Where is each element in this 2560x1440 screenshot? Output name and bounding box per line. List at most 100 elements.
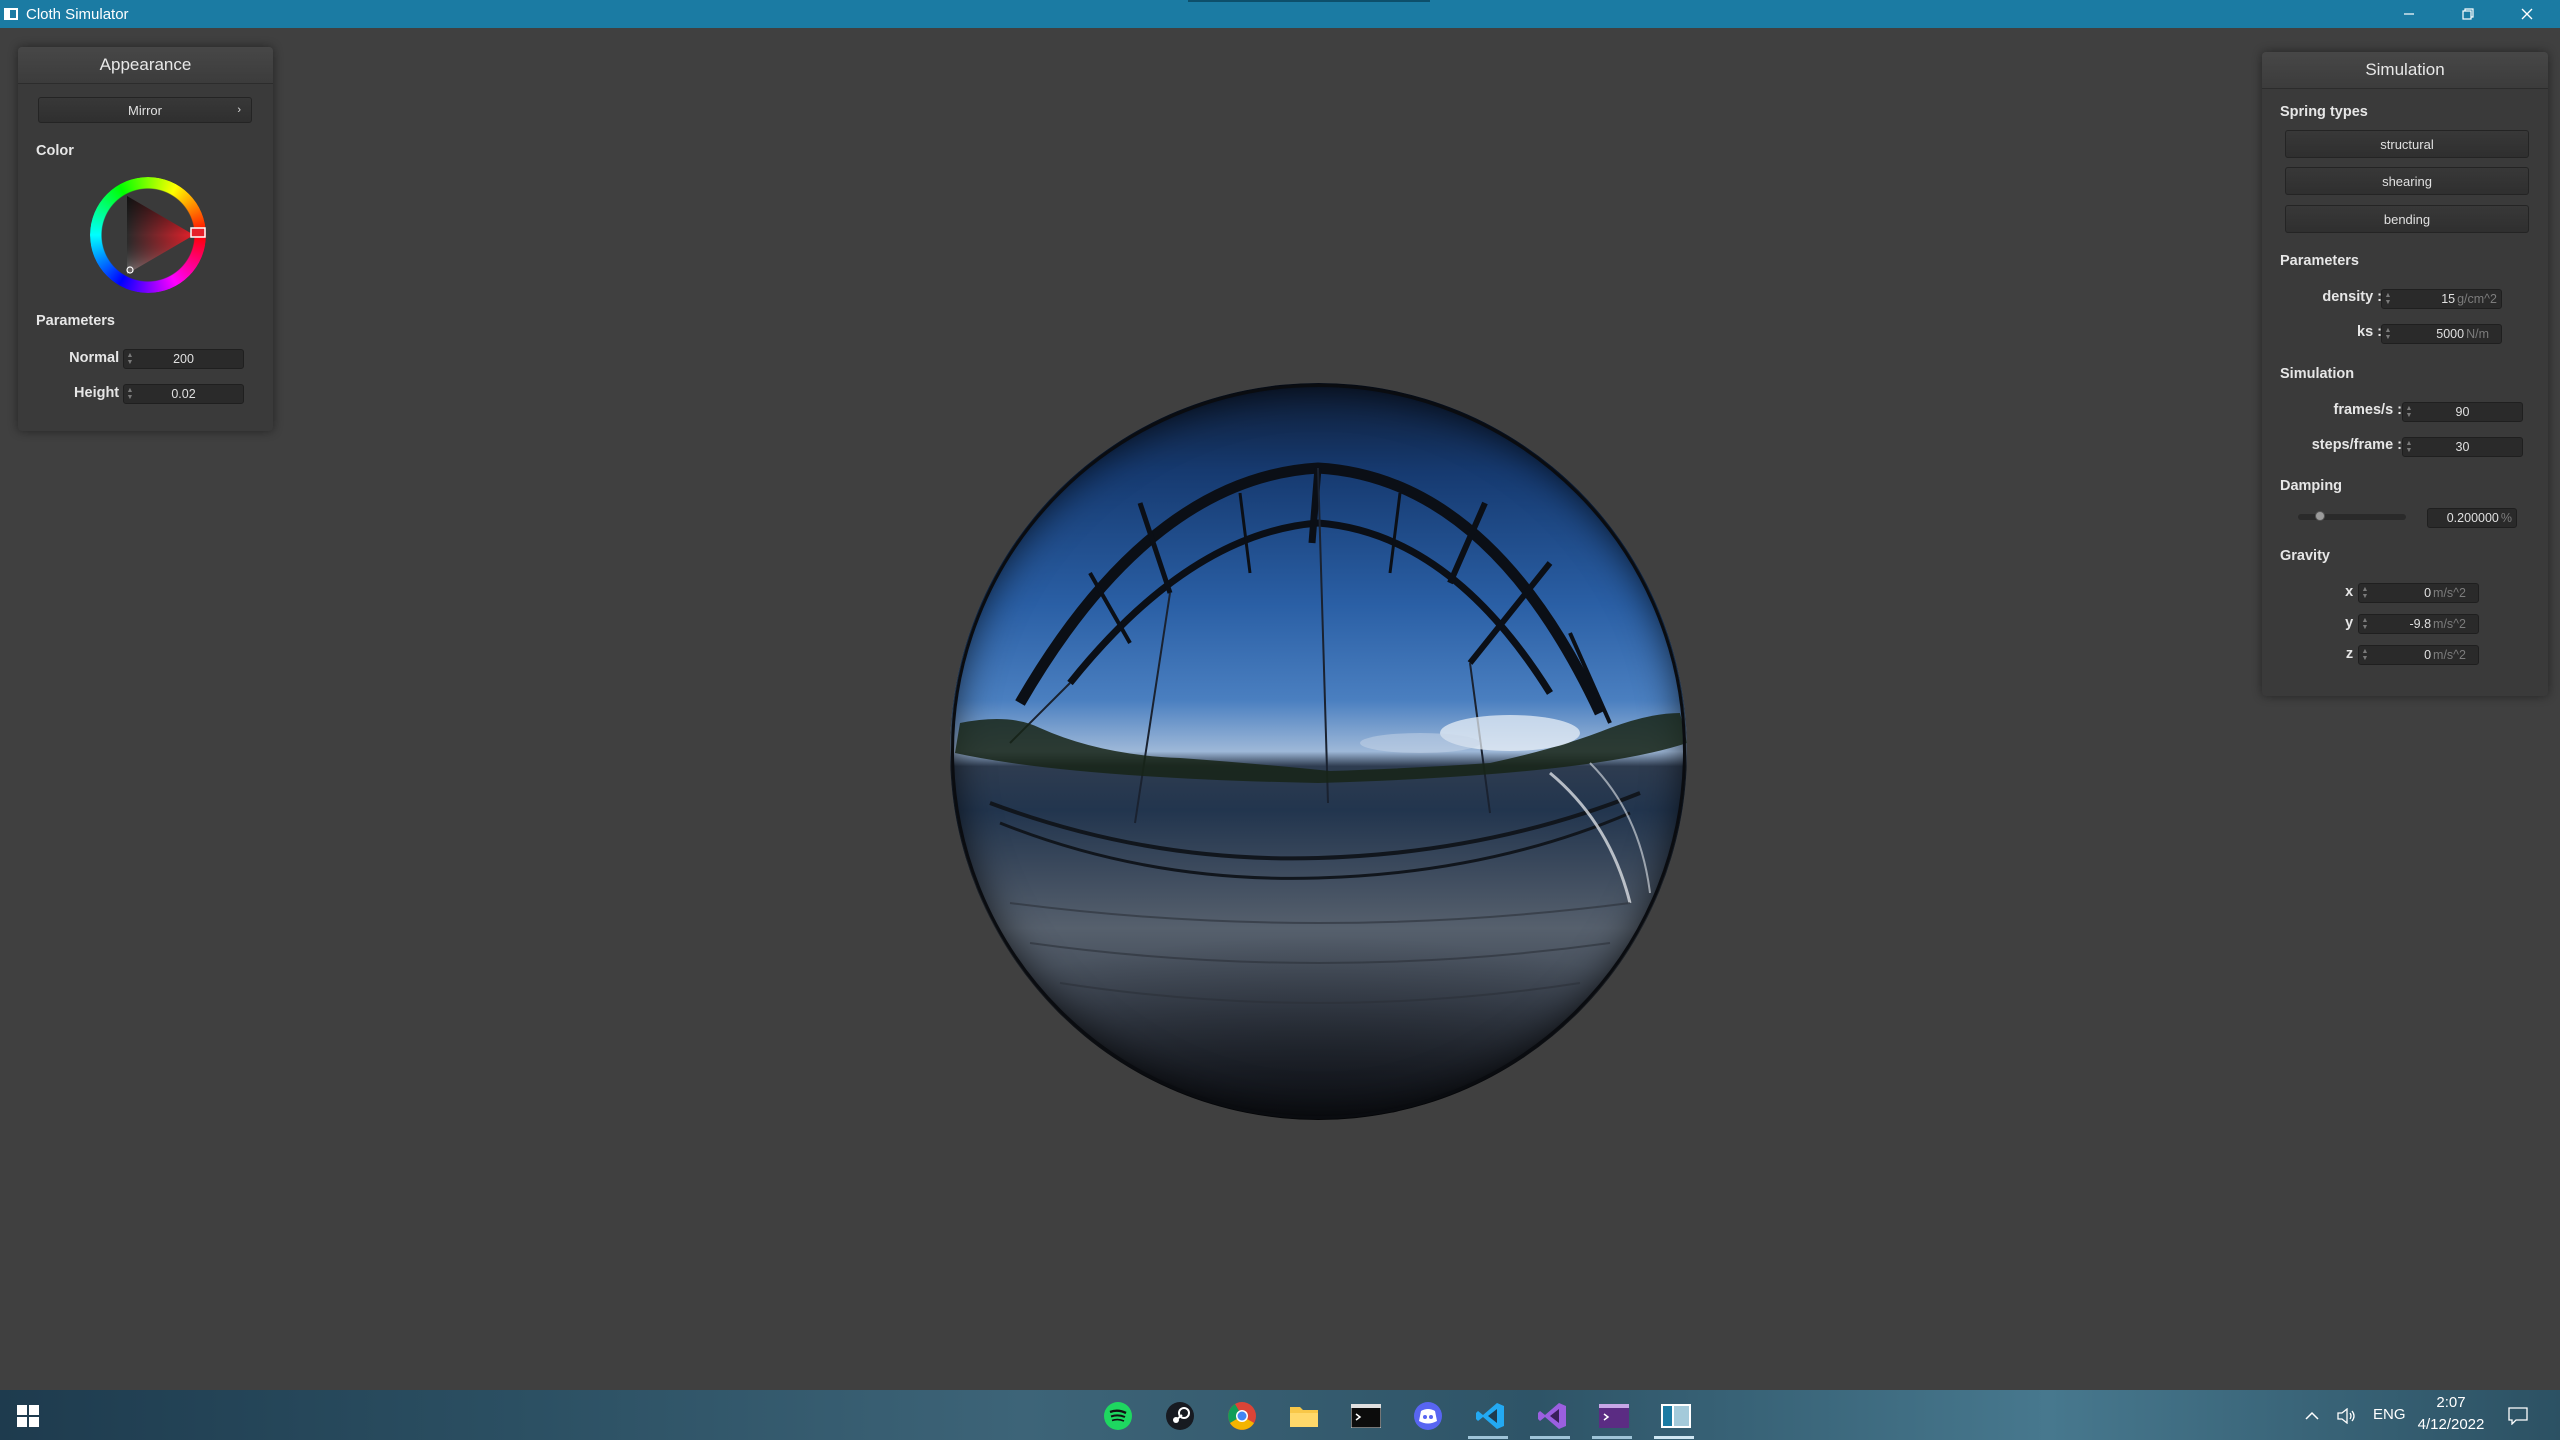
stepper-icon[interactable]: ▲ ▼ [124,385,136,403]
gravity-y-unit: m/s^2 [2433,617,2466,631]
file-explorer-icon[interactable] [1286,1398,1322,1434]
damping-slider-handle[interactable] [2314,511,2325,521]
terminal-icon[interactable] [1348,1398,1384,1434]
restore-icon [2462,8,2474,20]
normal-label: Normal : [69,350,128,366]
cloth-simulator-icon[interactable] [1658,1398,1694,1434]
steam-icon[interactable] [1162,1398,1198,1434]
appearance-panel: Appearance Mirror › Color Parameters Nor… [18,47,273,431]
gravity-y-value: -9.8 [2409,617,2432,631]
simulation-panel-header[interactable]: Simulation [2262,52,2548,89]
shearing-spring-label: shearing [2382,173,2432,189]
bending-spring-label: bending [2383,211,2431,227]
bending-spring-button[interactable]: bending [2285,205,2529,233]
terminal-purple-icon[interactable] [1596,1398,1632,1434]
density-input[interactable]: ▲ ▼ 15 g/cm^2 [2381,289,2502,309]
app-window-icon [4,8,18,20]
gravity-z-unit: m/s^2 [2433,648,2466,662]
stepper-icon[interactable]: ▲ ▼ [2382,325,2394,343]
gravity-y-input[interactable]: ▲ ▼ -9.8 m/s^2 [2358,614,2479,634]
normal-value: 200 [173,352,194,366]
density-value: 15 [2441,292,2456,306]
chevron-up-icon[interactable] [2300,1398,2324,1434]
discord-icon[interactable] [1410,1398,1446,1434]
taskbar [0,1390,2560,1440]
stepper-icon[interactable]: ▲ ▼ [2359,646,2371,664]
ks-unit: N/m [2466,327,2489,341]
height-input[interactable]: ▲ ▼ 0.02 [123,384,244,404]
density-unit: g/cm^2 [2457,292,2497,306]
gravity-x-unit: m/s^2 [2433,586,2466,600]
gravity-label: Gravity [2280,548,2330,564]
close-button[interactable] [2498,0,2556,28]
gravity-x-label: x : [2345,584,2362,600]
ks-label: ks : [2357,324,2382,340]
shearing-spring-button[interactable]: shearing [2285,167,2529,195]
visual-studio-active-indicator [1530,1436,1570,1439]
stepper-icon[interactable]: ▲ ▼ [2359,584,2371,602]
structural-spring-button[interactable]: structural [2285,130,2529,158]
stepper-icon[interactable]: ▲ ▼ [2382,290,2394,308]
clock-time[interactable]: 2:07 [2418,1394,2484,1411]
stepper-icon[interactable]: ▲ ▼ [2359,615,2371,633]
frames-label: frames/s : [2333,402,2402,418]
gravity-x-value: 0 [2424,586,2432,600]
steps-label: steps/frame : [2311,437,2402,453]
height-value: 0.02 [171,387,196,401]
parameters-label: Parameters [2280,253,2359,269]
steps-input[interactable]: ▲ ▼ 30 [2402,437,2523,457]
stepper-icon[interactable]: ▲ ▼ [124,350,136,368]
windows-start-icon[interactable] [10,1398,46,1434]
frames-value: 90 [2455,405,2470,419]
saturation-triangle[interactable] [90,177,206,293]
spotify-icon[interactable] [1100,1398,1136,1434]
material-dropdown-value: Mirror [128,102,162,118]
damping-unit: % [2500,511,2512,525]
color-label: Color [36,143,74,159]
appearance-panel-header[interactable]: Appearance [18,47,273,84]
simulation-panel: Simulation Spring types structural shear… [2262,52,2548,696]
window-title: Cloth Simulator [26,5,129,23]
gravity-z-label: z : [2345,646,2362,662]
parameters-label: Parameters [36,313,115,329]
vscode-icon[interactable] [1472,1398,1508,1434]
clock-date[interactable]: 4/12/2022 [2410,1416,2492,1433]
minimize-icon [2404,13,2414,15]
notifications-icon[interactable] [2506,1398,2530,1434]
gravity-y-label: y : [2345,615,2362,631]
damping-label: Damping [2280,478,2343,494]
volume-icon[interactable] [2335,1398,2359,1434]
ks-input[interactable]: ▲ ▼ 5000 N/m [2381,324,2502,344]
cloth-simulator-active-indicator [1654,1436,1694,1439]
color-wheel[interactable] [90,177,206,293]
chevron-right-icon: › [237,104,241,116]
visual-studio-icon[interactable] [1534,1398,1570,1434]
damping-input[interactable]: 0.200000 % [2427,508,2517,528]
structural-spring-label: structural [2380,136,2434,152]
mirror-sphere[interactable] [950,383,1687,1120]
language-indicator[interactable]: ENG [2373,1406,2406,1423]
gravity-z-input[interactable]: ▲ ▼ 0 m/s^2 [2358,645,2479,665]
close-icon [2521,8,2533,20]
stepper-icon[interactable]: ▲ ▼ [2403,403,2415,421]
restore-button[interactable] [2439,0,2497,28]
terminal-active-indicator [1592,1436,1632,1439]
gravity-x-input[interactable]: ▲ ▼ 0 m/s^2 [2358,583,2479,603]
sphere-reflection [951,384,1687,1119]
material-dropdown[interactable]: Mirror › [38,97,252,123]
gravity-z-value: 0 [2424,648,2432,662]
simulation-label: Simulation [2280,366,2355,382]
minimize-button[interactable] [2380,0,2438,28]
stepper-icon[interactable]: ▲ ▼ [2403,438,2415,456]
frames-input[interactable]: ▲ ▼ 90 [2402,402,2523,422]
steps-value: 30 [2455,440,2470,454]
ks-value: 5000 [2436,327,2465,341]
chrome-icon[interactable] [1224,1398,1260,1434]
vscode-active-indicator [1468,1436,1508,1439]
normal-input[interactable]: ▲ ▼ 200 [123,349,244,369]
damping-slider[interactable] [2298,511,2406,521]
damping-value: 0.200000 [2446,511,2499,525]
title-bar-accent [1188,0,1430,2]
density-label: density : [2322,289,2382,305]
height-label: Height : [74,385,128,401]
